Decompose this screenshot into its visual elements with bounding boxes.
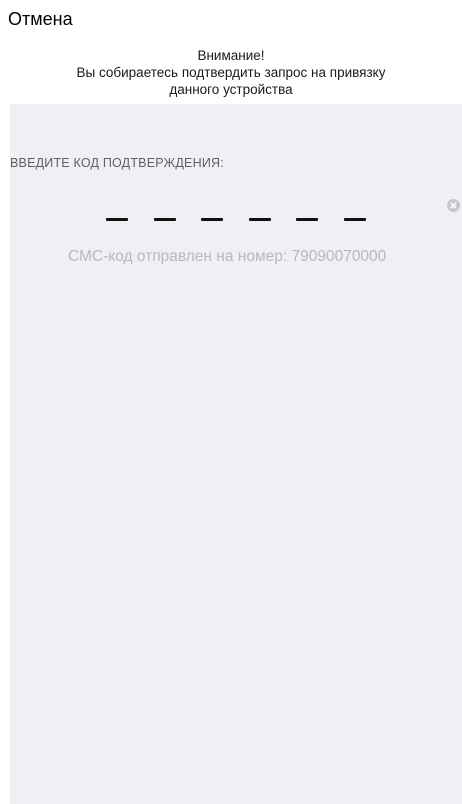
notice-text-line-1: Вы собираетесь подтвердить запрос на при… xyxy=(76,65,386,80)
notice-text-line-2: данного устройства xyxy=(169,82,293,97)
notice-title: Внимание! xyxy=(197,48,265,63)
code-digit-slot[interactable] xyxy=(343,218,366,221)
sms-sent-note: СМС-код отправлен на номер: 79090070000 xyxy=(68,248,387,265)
code-digit-slot[interactable] xyxy=(106,218,128,221)
code-digit-slot[interactable] xyxy=(248,218,271,221)
code-input[interactable] xyxy=(106,214,366,226)
code-digit-slot[interactable] xyxy=(153,218,176,221)
confirmation-screen: Отмена Внимание! Вы собираетесь подтверд… xyxy=(0,0,462,804)
code-caption: ВВЕДИТЕ КОД ПОДТВЕРЖДЕНИЯ: xyxy=(10,156,224,170)
clear-icon[interactable] xyxy=(447,199,460,212)
cancel-button[interactable]: Отмена xyxy=(8,8,73,30)
code-panel: ВВЕДИТЕ КОД ПОДТВЕРЖДЕНИЯ: СМС-код отпра… xyxy=(10,104,462,804)
code-digit-slot[interactable] xyxy=(201,218,224,221)
warning-notice: Внимание! Вы собираетесь подтвердить зап… xyxy=(40,47,422,98)
top-bar: Отмена xyxy=(0,0,462,40)
code-digit-slot[interactable] xyxy=(296,218,319,221)
